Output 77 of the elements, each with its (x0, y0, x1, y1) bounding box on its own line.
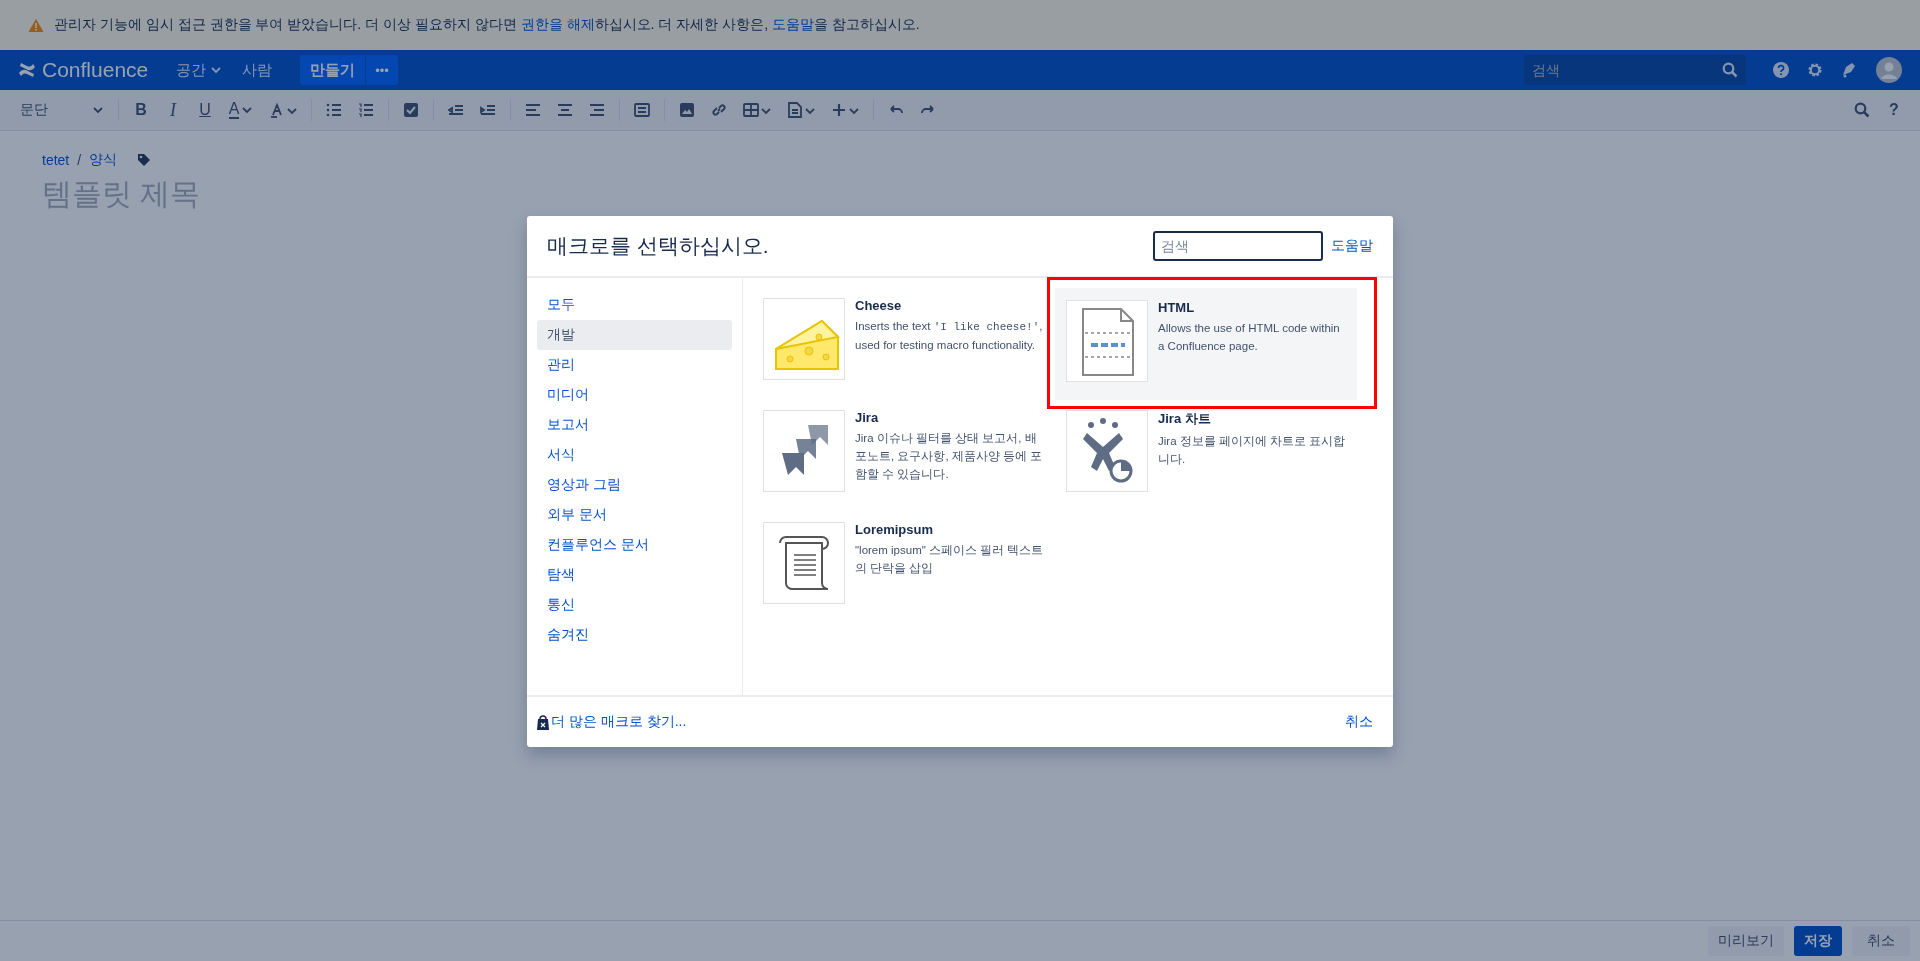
breadcrumb-link[interactable]: tetet (42, 152, 70, 168)
clear-format-icon[interactable] (269, 102, 297, 118)
bold-button[interactable]: B (125, 95, 157, 125)
notice-link[interactable]: 도움말 (771, 16, 814, 32)
search-field[interactable]: 검색 (1524, 55, 1746, 85)
admin-notice: 관리자 기능에 임시 접근 권한을 부여 받았습니다. 더 이상 필요하지 않다면 권한을 해제하십시오. 더 자세한 사항은, 도움말을 참고하십시오. (54, 16, 920, 34)
panel-icon[interactable] (634, 102, 650, 118)
macro-description: Jira 정보를 페이지에 차트로 표시합니다. (1158, 434, 1347, 467)
breadcrumb-link[interactable]: 양식 (89, 151, 118, 169)
confluence-logo[interactable]: Confluence (42, 58, 149, 82)
macro-card[interactable]: Cheese Inserts the text 'I like cheese!', used for testing macro functionality. (763, 298, 1048, 396)
nav-menu[interactable]: 공간 (166, 55, 233, 85)
outdent-icon[interactable] (448, 102, 464, 118)
macro-name: Jira 차트 (1158, 410, 1212, 428)
find-icon[interactable] (1854, 102, 1870, 118)
bullet-list-icon[interactable] (326, 102, 342, 118)
macro-card[interactable]: Loremipsum "lorem ipsum" 스페이스 필러 텍스트의 단락을 삽입 (763, 522, 1048, 620)
macro-description: "lorem ipsum" 스페이스 필러 텍스트의 단락을 삽입 (855, 543, 1045, 576)
preview-button[interactable]: 미리보기 (1708, 926, 1784, 956)
text-color-button[interactable]: A (221, 95, 261, 125)
chevron-down-icon (241, 104, 254, 116)
category-item[interactable]: 영상과 그림 (537, 470, 732, 500)
cancel-button[interactable]: 취소 (1852, 926, 1910, 956)
align-left-icon[interactable] (525, 102, 541, 118)
link-icon[interactable] (711, 102, 727, 118)
help-link[interactable]: 도움말 (1331, 237, 1373, 255)
help-button[interactable]: ? (1878, 95, 1910, 125)
category-item[interactable]: 미디어 (537, 380, 732, 410)
category-item[interactable]: 모두 (537, 290, 732, 320)
macro-name: Cheese (855, 298, 903, 313)
indent-icon[interactable] (480, 102, 496, 118)
underline-button[interactable]: U (189, 95, 221, 125)
paragraph-style-dropdown[interactable]: 문단 (12, 95, 112, 125)
category-item[interactable]: 서식 (537, 440, 732, 470)
macro-search-field[interactable]: 검색 (1153, 231, 1323, 261)
notice-link[interactable]: 권한을 해제 (520, 16, 595, 32)
warning-icon (28, 17, 44, 33)
image-icon[interactable] (679, 102, 695, 118)
category-item[interactable]: 관리 (537, 350, 732, 380)
macro-card[interactable]: HTML Allows the use of HTML code within a Confluence page. (1055, 288, 1357, 400)
category-item[interactable]: 통신 (537, 590, 732, 620)
macro-description: Jira 이슈나 필터를 상태 보고서, 배포노트, 요구사항, 제품사양 등에 포함할 수 있습니다. (855, 431, 1044, 482)
confluence-logo-icon (18, 62, 36, 78)
macro-card[interactable]: Jira Jira 이슈나 필터를 상태 보고서, 배포노트, 요구사항, 제품사양 등에 포함할 수 있습니다. (763, 410, 1048, 508)
numbered-list-icon[interactable] (358, 102, 374, 118)
label-tag-icon[interactable] (137, 153, 152, 167)
settings-icon[interactable] (1806, 61, 1824, 79)
category-item[interactable]: 보고서 (537, 410, 732, 440)
save-button[interactable]: 저장 (1794, 926, 1842, 956)
nav-menu[interactable]: 사람 (232, 55, 283, 85)
macro-name: Loremipsum (855, 522, 934, 537)
insert-plus-icon[interactable] (831, 102, 859, 118)
category-item[interactable]: 개발 (537, 320, 732, 350)
macro-name: Jira (855, 410, 880, 425)
marketplace-bag-icon[interactable] (537, 714, 549, 730)
table-icon[interactable] (743, 102, 771, 118)
category-item[interactable]: 외부 문서 (537, 500, 732, 530)
align-right-icon[interactable] (589, 102, 605, 118)
help-icon[interactable] (1772, 61, 1790, 79)
dialog-title: 매크로를 선택하십시오. (547, 233, 770, 259)
category-item[interactable]: 숨겨진 (537, 620, 732, 650)
macro-description: Inserts the text 'I like cheese!', used for testing macro functionality. (855, 319, 1044, 353)
chevron-down-icon (92, 104, 104, 116)
search-icon (1722, 62, 1738, 78)
italic-button[interactable]: I (157, 95, 189, 125)
task-checkbox-icon[interactable] (403, 102, 419, 118)
find-more-macros-link[interactable]: 더 많은 매크로 찾기... (551, 713, 687, 731)
avatar-icon[interactable] (1876, 57, 1902, 83)
macro-name: HTML (1158, 300, 1196, 315)
align-center-icon[interactable] (557, 102, 573, 118)
category-item[interactable]: 탐색 (537, 560, 732, 590)
breadcrumb-separator: / (77, 152, 82, 168)
page-layout-icon[interactable] (787, 102, 815, 118)
macro-card[interactable]: Jira 차트 Jira 정보를 페이지에 차트로 표시합니다. (1066, 410, 1351, 508)
macro-description: Allows the use of HTML code within a Confluence page. (1158, 321, 1341, 354)
category-item[interactable]: 컨플루언스 문서 (537, 530, 732, 560)
cancel-link[interactable]: 취소 (1345, 713, 1373, 731)
